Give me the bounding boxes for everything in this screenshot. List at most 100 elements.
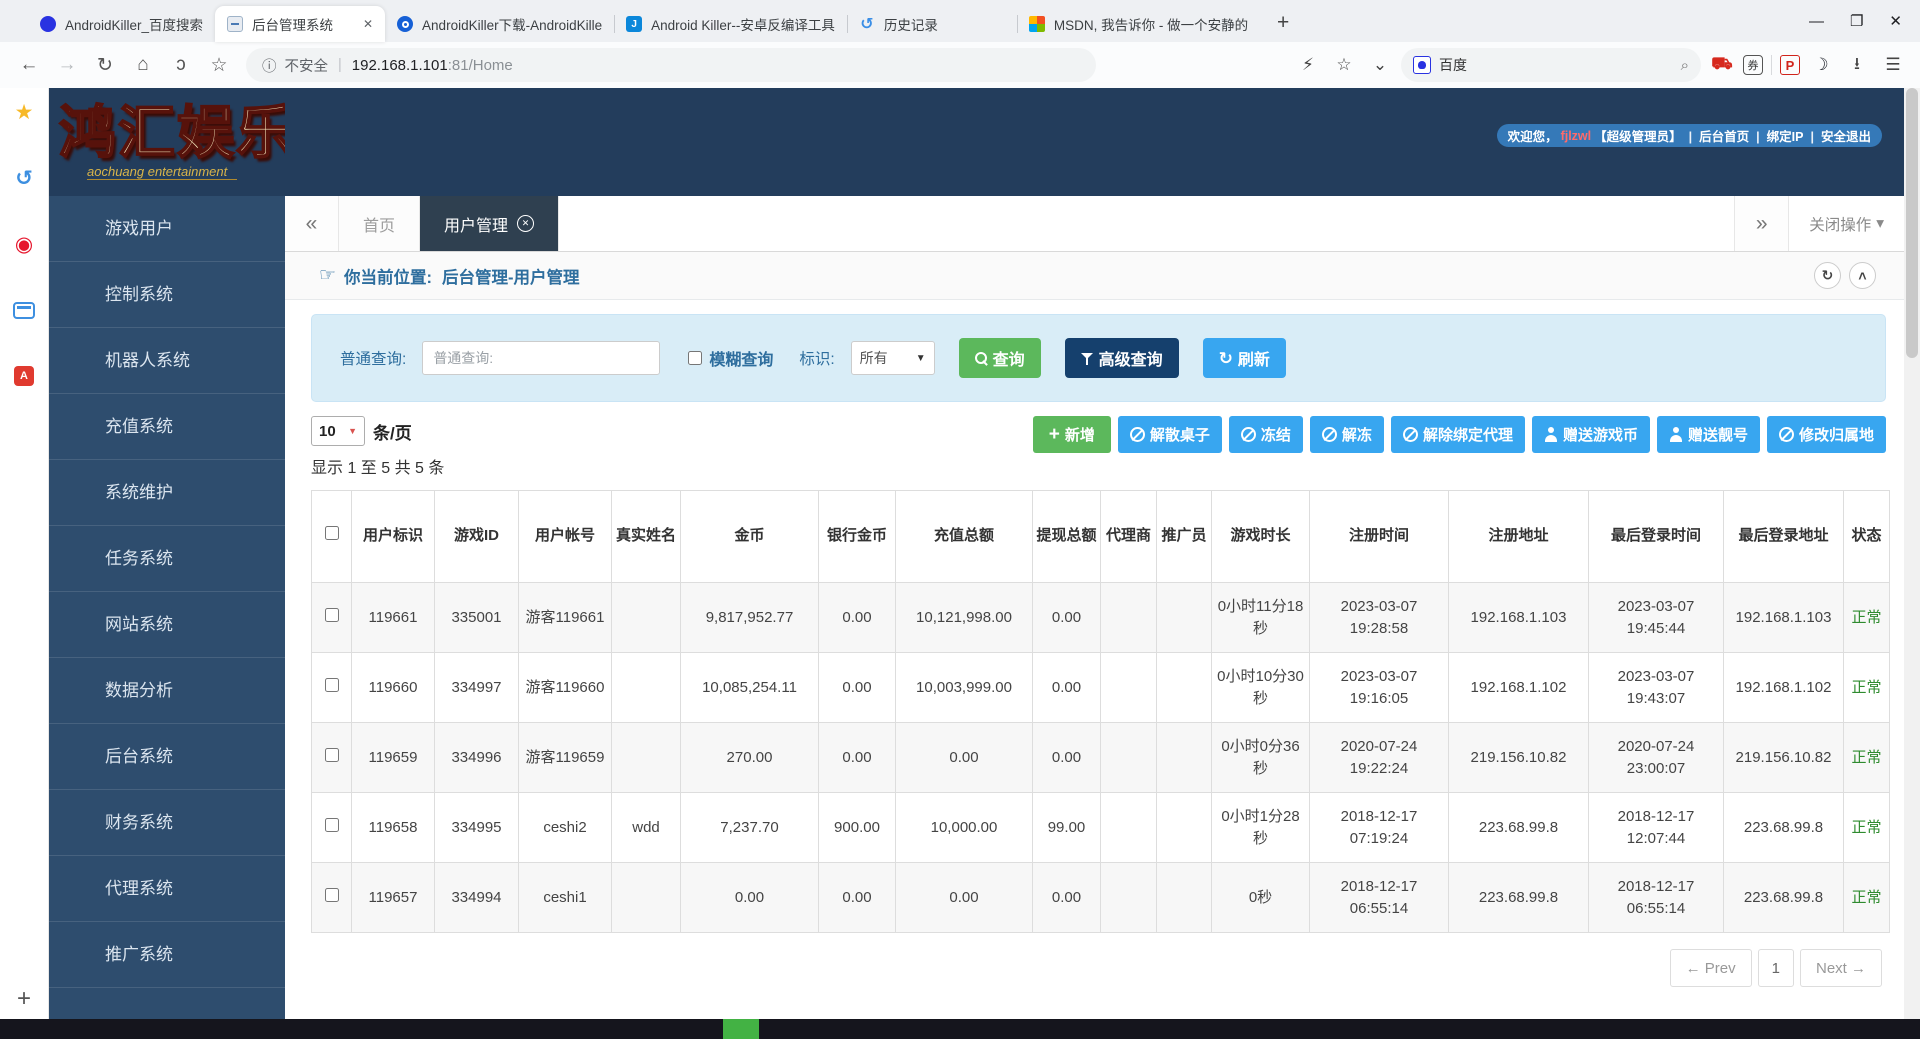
coupon-icon[interactable]: 券 bbox=[1743, 55, 1763, 75]
close-operations-dropdown[interactable]: 关闭操作 ▾ bbox=[1788, 196, 1904, 251]
pdf-icon[interactable]: P bbox=[1780, 55, 1800, 75]
cell: 2023-03-07 19:45:44 bbox=[1589, 583, 1724, 653]
welcome-link[interactable]: 安全退出 bbox=[1821, 130, 1871, 144]
flash-icon[interactable]: ⚡ bbox=[1293, 50, 1323, 80]
add-button[interactable]: +新增 bbox=[1033, 416, 1111, 453]
page-size-select[interactable]: 10 ▼ bbox=[311, 416, 365, 446]
scrollbar-thumb[interactable] bbox=[1906, 88, 1918, 358]
row-checkbox[interactable] bbox=[325, 748, 339, 762]
minimize-button[interactable]: — bbox=[1809, 13, 1824, 30]
cell: 2018-12-17 07:19:24 bbox=[1310, 793, 1449, 863]
sidebar-item-8[interactable]: 后台系统 bbox=[49, 724, 285, 790]
restore-button[interactable]: ❐ bbox=[1850, 12, 1863, 30]
action-button-6[interactable]: 修改归属地 bbox=[1767, 416, 1886, 453]
tab-close-icon[interactable]: ✕ bbox=[363, 17, 373, 31]
sidebar-item-1[interactable]: 控制系统 bbox=[49, 262, 285, 328]
panel-refresh-icon[interactable]: ↻ bbox=[1814, 262, 1841, 289]
action-button-3[interactable]: 解除绑定代理 bbox=[1391, 416, 1525, 453]
home-icon[interactable]: ⌂ bbox=[126, 48, 160, 82]
sidebar-item-10[interactable]: 代理系统 bbox=[49, 856, 285, 922]
refresh-icon: ↻ bbox=[1219, 350, 1233, 367]
cell: 192.168.1.102 bbox=[1724, 653, 1844, 723]
sidebar-item-4[interactable]: 系统维护 bbox=[49, 460, 285, 526]
sidebar-item-2[interactable]: 机器人系统 bbox=[49, 328, 285, 394]
history-icon[interactable]: ↺ bbox=[12, 166, 36, 190]
bookmark-star-icon[interactable]: ☆ bbox=[202, 48, 236, 82]
tab-home[interactable]: 首页 bbox=[339, 196, 420, 251]
menu-icon[interactable]: ☰ bbox=[1878, 50, 1908, 80]
quick-search-box[interactable]: 百度 ⌕ bbox=[1401, 48, 1701, 82]
browser-tab-0[interactable]: AndroidKiller_百度搜索 bbox=[28, 6, 215, 42]
browser-tab-3[interactable]: JAndroid Killer--安卓反编译工具 bbox=[614, 6, 847, 42]
new-tab-button[interactable]: + bbox=[1268, 8, 1298, 38]
column-header: 用户帐号 bbox=[519, 491, 612, 583]
prev-page-button[interactable]: ← Prev bbox=[1670, 949, 1752, 987]
panel-collapse-icon[interactable]: ˄ bbox=[1849, 262, 1876, 289]
tab-close-icon[interactable]: ✕ bbox=[517, 215, 534, 232]
search-icon[interactable]: ⌕ bbox=[1681, 57, 1689, 74]
query-button-label: 查询 bbox=[993, 346, 1025, 370]
taskbar-app-indicator[interactable] bbox=[723, 1019, 759, 1039]
row-checkbox[interactable] bbox=[325, 888, 339, 902]
row-checkbox[interactable] bbox=[325, 818, 339, 832]
welcome-link[interactable]: 绑定IP bbox=[1767, 130, 1804, 144]
sidebar-item-0[interactable]: 游戏用户 bbox=[49, 196, 285, 262]
info-icon[interactable]: ⓘ bbox=[262, 55, 277, 76]
browser-tab-5[interactable]: MSDN, 我告诉你 - 做一个安静的 bbox=[1017, 6, 1260, 42]
red-extension-icon[interactable]: A bbox=[12, 364, 36, 388]
cell: 0.00 bbox=[1033, 653, 1101, 723]
chevron-down-icon[interactable]: ⌄ bbox=[1365, 50, 1395, 80]
favorite-star-icon[interactable]: ☆ bbox=[1329, 50, 1359, 80]
next-page-button[interactable]: Next → bbox=[1800, 949, 1882, 987]
close-button[interactable]: ✕ bbox=[1889, 12, 1902, 30]
shopping-icon[interactable]: ⛟ bbox=[1707, 50, 1737, 80]
welcome-link[interactable]: 后台首页 bbox=[1699, 130, 1749, 144]
favorites-star-icon[interactable]: ★ bbox=[12, 100, 36, 124]
query-button[interactable]: 查询 bbox=[959, 338, 1041, 378]
back-icon[interactable]: ← bbox=[12, 48, 46, 82]
action-button-5[interactable]: 赠送靓号 bbox=[1657, 416, 1760, 453]
dark-mode-icon[interactable]: ☽ bbox=[1806, 50, 1836, 80]
action-button-1[interactable]: 冻结 bbox=[1229, 416, 1303, 453]
sidebar-item-9[interactable]: 财务系统 bbox=[49, 790, 285, 856]
fuzzy-checkbox[interactable] bbox=[688, 351, 702, 365]
row-checkbox[interactable] bbox=[325, 608, 339, 622]
undo-icon[interactable]: ↄ bbox=[164, 48, 198, 82]
breadcrumb: ☞ 你当前位置: 后台管理-用户管理 ↻ ˄ bbox=[285, 252, 1904, 300]
column-header: 游戏ID bbox=[435, 491, 519, 583]
weibo-icon[interactable]: ◉ bbox=[12, 232, 36, 256]
refresh-button[interactable]: ↻ 刷新 bbox=[1203, 338, 1286, 378]
advanced-query-button[interactable]: 高级查询 bbox=[1065, 338, 1179, 378]
reload-icon[interactable]: ↻ bbox=[88, 48, 122, 82]
action-button-2[interactable]: 解冻 bbox=[1310, 416, 1384, 453]
cell: 2018-12-17 06:55:14 bbox=[1589, 863, 1724, 933]
pagination: ← Prev 1 Next → bbox=[311, 949, 1882, 987]
sidebar-item-6[interactable]: 网站系统 bbox=[49, 592, 285, 658]
browser-tab-2[interactable]: AndroidKiller下载-AndroidKille bbox=[385, 6, 614, 42]
tabs-scroll-right-icon[interactable]: » bbox=[1734, 196, 1788, 251]
browser-tab-1[interactable]: 后台管理系统 ✕ bbox=[215, 6, 385, 42]
sidebar-item-3[interactable]: 充值系统 bbox=[49, 394, 285, 460]
sidebar-item-5[interactable]: 任务系统 bbox=[49, 526, 285, 592]
action-button-4[interactable]: 赠送游戏币 bbox=[1532, 416, 1650, 453]
page-number-button[interactable]: 1 bbox=[1758, 949, 1794, 987]
add-sidebar-icon[interactable]: + bbox=[12, 987, 36, 1011]
sidebar-item-11[interactable]: 推广系统 bbox=[49, 922, 285, 988]
address-bar[interactable]: ⓘ 不安全 | 192.168.1.101 :81/Home bbox=[246, 48, 1096, 82]
sidebar-item-7[interactable]: 数据分析 bbox=[49, 658, 285, 724]
tabs-scroll-left-icon[interactable]: « bbox=[285, 196, 339, 251]
tab-user-management[interactable]: 用户管理 ✕ bbox=[420, 196, 559, 251]
forward-icon[interactable]: → bbox=[50, 48, 84, 82]
download-icon[interactable]: ⭳ bbox=[1842, 50, 1872, 80]
select-all-checkbox[interactable] bbox=[325, 526, 339, 540]
row-checkbox[interactable] bbox=[325, 678, 339, 692]
query-input[interactable] bbox=[422, 341, 660, 375]
tab-title: 后台管理系统 bbox=[252, 14, 353, 34]
flag-select[interactable]: 所有 ▼ bbox=[851, 341, 935, 375]
sidebar-item-partial[interactable] bbox=[49, 988, 285, 1019]
action-button-0[interactable]: 解散桌子 bbox=[1118, 416, 1222, 453]
card-window-icon[interactable] bbox=[12, 298, 36, 322]
page-scrollbar[interactable] bbox=[1904, 88, 1920, 1019]
browser-tab-4[interactable]: ↺历史记录 bbox=[847, 6, 1017, 42]
cell bbox=[612, 653, 681, 723]
